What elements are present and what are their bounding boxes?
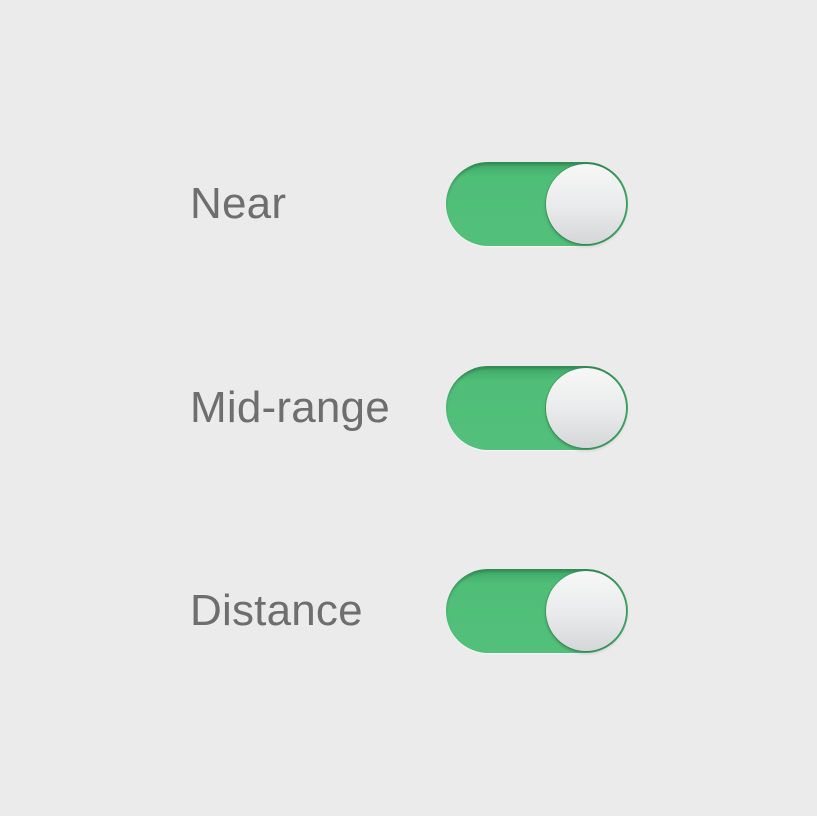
near-toggle-switch[interactable] (446, 162, 628, 246)
range-settings-panel: Near Mid-range Distance (0, 0, 817, 816)
toggle-row-distance: Distance (190, 568, 630, 654)
near-label: Near (190, 179, 287, 228)
mid-range-label: Mid-range (190, 383, 390, 432)
toggle-row-near: Near (190, 161, 630, 247)
mid-range-toggle-knob[interactable] (546, 368, 626, 448)
distance-toggle-knob[interactable] (546, 571, 626, 651)
distance-label: Distance (190, 586, 363, 635)
distance-toggle-switch[interactable] (446, 569, 628, 653)
near-toggle-knob[interactable] (546, 164, 626, 244)
toggle-row-mid-range: Mid-range (190, 365, 630, 451)
mid-range-toggle-switch[interactable] (446, 366, 628, 450)
